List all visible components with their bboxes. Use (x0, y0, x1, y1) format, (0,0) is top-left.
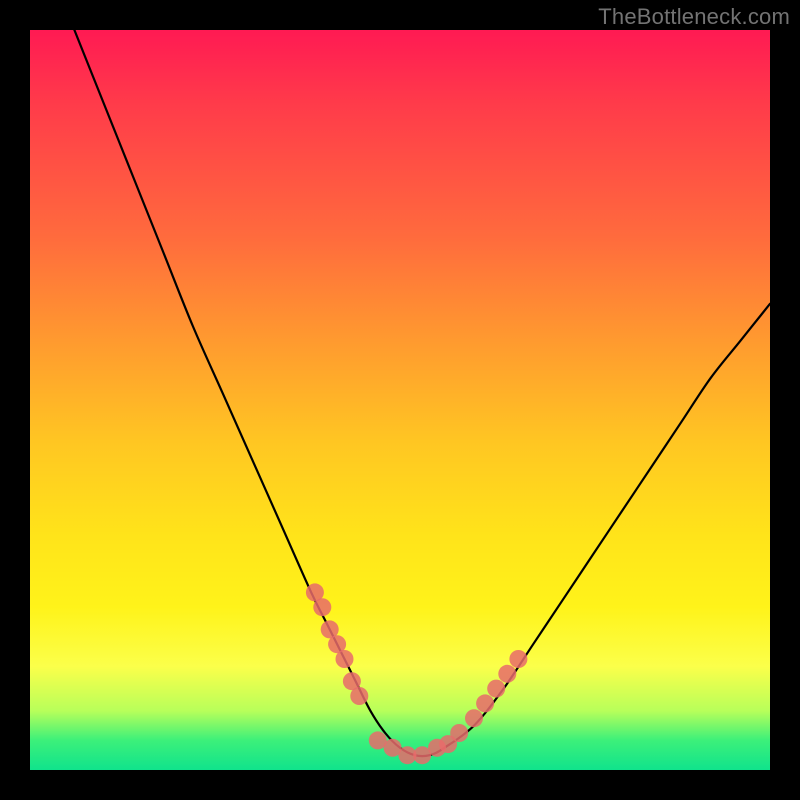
marker-dot (313, 598, 331, 616)
marker-dot (450, 724, 468, 742)
marker-dot (465, 709, 483, 727)
marker-dot (509, 650, 527, 668)
attribution-label: TheBottleneck.com (598, 4, 790, 30)
chart-plot-area (30, 30, 770, 770)
marker-dot (487, 680, 505, 698)
marker-dots-group (306, 583, 528, 764)
bottleneck-curve (74, 30, 770, 756)
marker-dot (336, 650, 354, 668)
marker-dot (350, 687, 368, 705)
chart-svg (30, 30, 770, 770)
chart-frame: TheBottleneck.com (0, 0, 800, 800)
marker-dot (498, 665, 516, 683)
marker-dot (476, 694, 494, 712)
